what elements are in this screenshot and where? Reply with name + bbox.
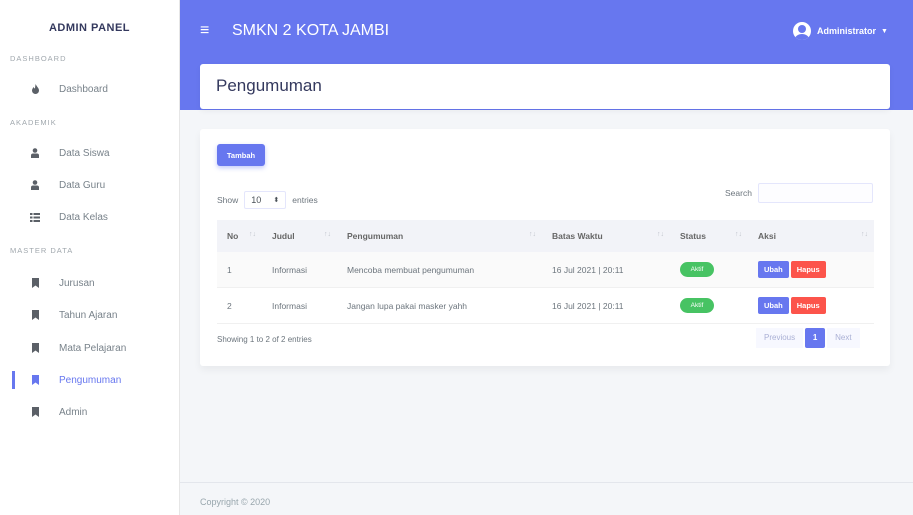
- table-row: 2 Informasi Jangan lupa pakai masker yah…: [217, 288, 874, 324]
- column-header-judul[interactable]: Judul ↑↓: [262, 231, 337, 241]
- show-label: Show: [217, 195, 239, 205]
- sidebar-item-pengumuman[interactable]: Pengumuman: [0, 365, 180, 395]
- bookmark-icon: [30, 310, 40, 320]
- sidebar-item-label: Dashboard: [59, 83, 108, 95]
- sidebar-item-label: Tahun Ajaran: [59, 309, 118, 321]
- user-dropdown[interactable]: Administrator ▼: [793, 22, 888, 40]
- sidebar-brand[interactable]: ADMIN PANEL: [0, 0, 179, 56]
- bookmark-icon: [30, 407, 40, 417]
- add-button[interactable]: Tambah: [217, 144, 265, 166]
- page-title: Pengumuman: [216, 76, 322, 95]
- announcement-table: No ↑↓ Judul ↑↓ Pengumuman ↑↓ Batas Waktu ↑↓ …: [217, 220, 874, 324]
- sidebar-item-label: Admin: [59, 406, 88, 418]
- sort-icon: ↑↓: [249, 231, 256, 238]
- status-badge: Aktif: [680, 298, 714, 313]
- announcement-card: Tambah Show 10 ⬍ entries Search No ↑↓ Jud…: [200, 129, 890, 366]
- avatar-icon: [793, 22, 811, 40]
- column-header-pengumuman[interactable]: Pengumuman ↑↓: [337, 231, 542, 241]
- fire-icon: [30, 84, 40, 94]
- sort-icon: ↑↓: [657, 231, 664, 238]
- status-badge: Aktif: [680, 262, 714, 277]
- sidebar-item-admin[interactable]: Admin: [0, 397, 180, 427]
- sort-icon: ↑↓: [735, 231, 742, 238]
- section-header: Pengumuman: [200, 64, 890, 109]
- column-header-status[interactable]: Status ↑↓: [670, 231, 748, 241]
- search-label: Search: [725, 188, 752, 198]
- sidebar-item-mata-pelajaran[interactable]: Mata Pelajaran: [0, 333, 180, 363]
- cell-no: 2: [227, 300, 232, 311]
- entries-value: 10: [251, 195, 262, 205]
- sidebar-item-jurusan[interactable]: Jurusan: [0, 268, 180, 298]
- select-arrows-icon: ⬍: [273, 197, 280, 204]
- sidebar-item-data-guru[interactable]: Data Guru: [0, 170, 180, 200]
- sidebar-header-master-data: MASTER DATA: [10, 246, 74, 255]
- column-header-aksi[interactable]: Aksi ↑↓: [748, 231, 874, 241]
- cell-batas-waktu: 16 Jul 2021 | 20:11: [552, 264, 624, 275]
- user-icon: [30, 148, 40, 158]
- table-row: 1 Informasi Mencoba membuat pengumuman 1…: [217, 252, 874, 288]
- list-icon: [30, 212, 40, 222]
- app-title: SMKN 2 KOTA JAMBI: [232, 22, 390, 39]
- sidebar-header-dashboard: DASHBOARD: [10, 54, 67, 63]
- sort-icon: ↑↓: [861, 231, 868, 238]
- hamburger-menu-icon[interactable]: ≡: [200, 22, 209, 40]
- sidebar-item-tahun-ajaran[interactable]: Tahun Ajaran: [0, 300, 180, 330]
- user-name: Administrator: [817, 26, 877, 36]
- footer: Copyright © 2020: [180, 482, 913, 515]
- caret-down-icon: ▼: [881, 27, 888, 35]
- sidebar-header-akademik: AKADEMIK: [10, 118, 57, 127]
- bookmark-icon: [30, 343, 40, 353]
- sort-icon: ↑↓: [529, 231, 536, 238]
- user-icon: [30, 180, 40, 190]
- bookmark-icon: [30, 278, 40, 288]
- sidebar-item-label: Data Guru: [59, 179, 106, 191]
- delete-button[interactable]: Hapus: [790, 261, 826, 278]
- sidebar-item-label: Data Kelas: [59, 211, 108, 223]
- entries-select[interactable]: 10 ⬍: [244, 191, 287, 209]
- sidebar-item-dashboard[interactable]: Dashboard: [0, 74, 180, 104]
- cell-judul: Informasi: [272, 264, 307, 275]
- delete-button[interactable]: Hapus: [790, 297, 826, 314]
- cell-no: 1: [227, 264, 232, 275]
- cell-judul: Informasi: [272, 300, 307, 311]
- cell-pengumuman: Mencoba membuat pengumuman: [347, 264, 475, 275]
- edit-button[interactable]: Ubah: [758, 297, 789, 314]
- edit-button[interactable]: Ubah: [758, 261, 789, 278]
- entries-label: entries: [292, 195, 318, 205]
- search-box: Search: [725, 183, 873, 203]
- next-page-button[interactable]: Next: [827, 328, 860, 348]
- sidebar-item-data-kelas[interactable]: Data Kelas: [0, 202, 180, 232]
- copyright-text: Copyright © 2020: [200, 497, 271, 507]
- page-1-button[interactable]: 1: [805, 328, 826, 348]
- cell-pengumuman: Jangan lupa pakai masker yahh: [347, 300, 468, 311]
- show-entries: Show 10 ⬍ entries: [217, 191, 318, 209]
- bookmark-icon: [30, 375, 40, 385]
- column-header-no[interactable]: No ↑↓: [217, 231, 262, 241]
- column-header-batas-waktu[interactable]: Batas Waktu ↑↓: [542, 231, 670, 241]
- table-header: No ↑↓ Judul ↑↓ Pengumuman ↑↓ Batas Waktu ↑↓ …: [217, 220, 874, 252]
- pagination: Previous 1 Next: [756, 328, 860, 348]
- cell-batas-waktu: 16 Jul 2021 | 20:11: [552, 300, 624, 311]
- sidebar-item-label: Mata Pelajaran: [59, 342, 127, 354]
- search-input[interactable]: [757, 183, 873, 203]
- sort-icon: ↑↓: [324, 231, 331, 238]
- sidebar-item-label: Data Siswa: [59, 147, 110, 159]
- sidebar-item-label: Pengumuman: [59, 374, 122, 386]
- table-info: Showing 1 to 2 of 2 entries: [217, 335, 312, 344]
- sidebar: ADMIN PANEL DASHBOARD Dashboard AKADEMIK…: [0, 0, 180, 515]
- sidebar-item-label: Jurusan: [59, 277, 95, 289]
- previous-page-button[interactable]: Previous: [756, 328, 804, 348]
- sidebar-item-data-siswa[interactable]: Data Siswa: [0, 138, 180, 168]
